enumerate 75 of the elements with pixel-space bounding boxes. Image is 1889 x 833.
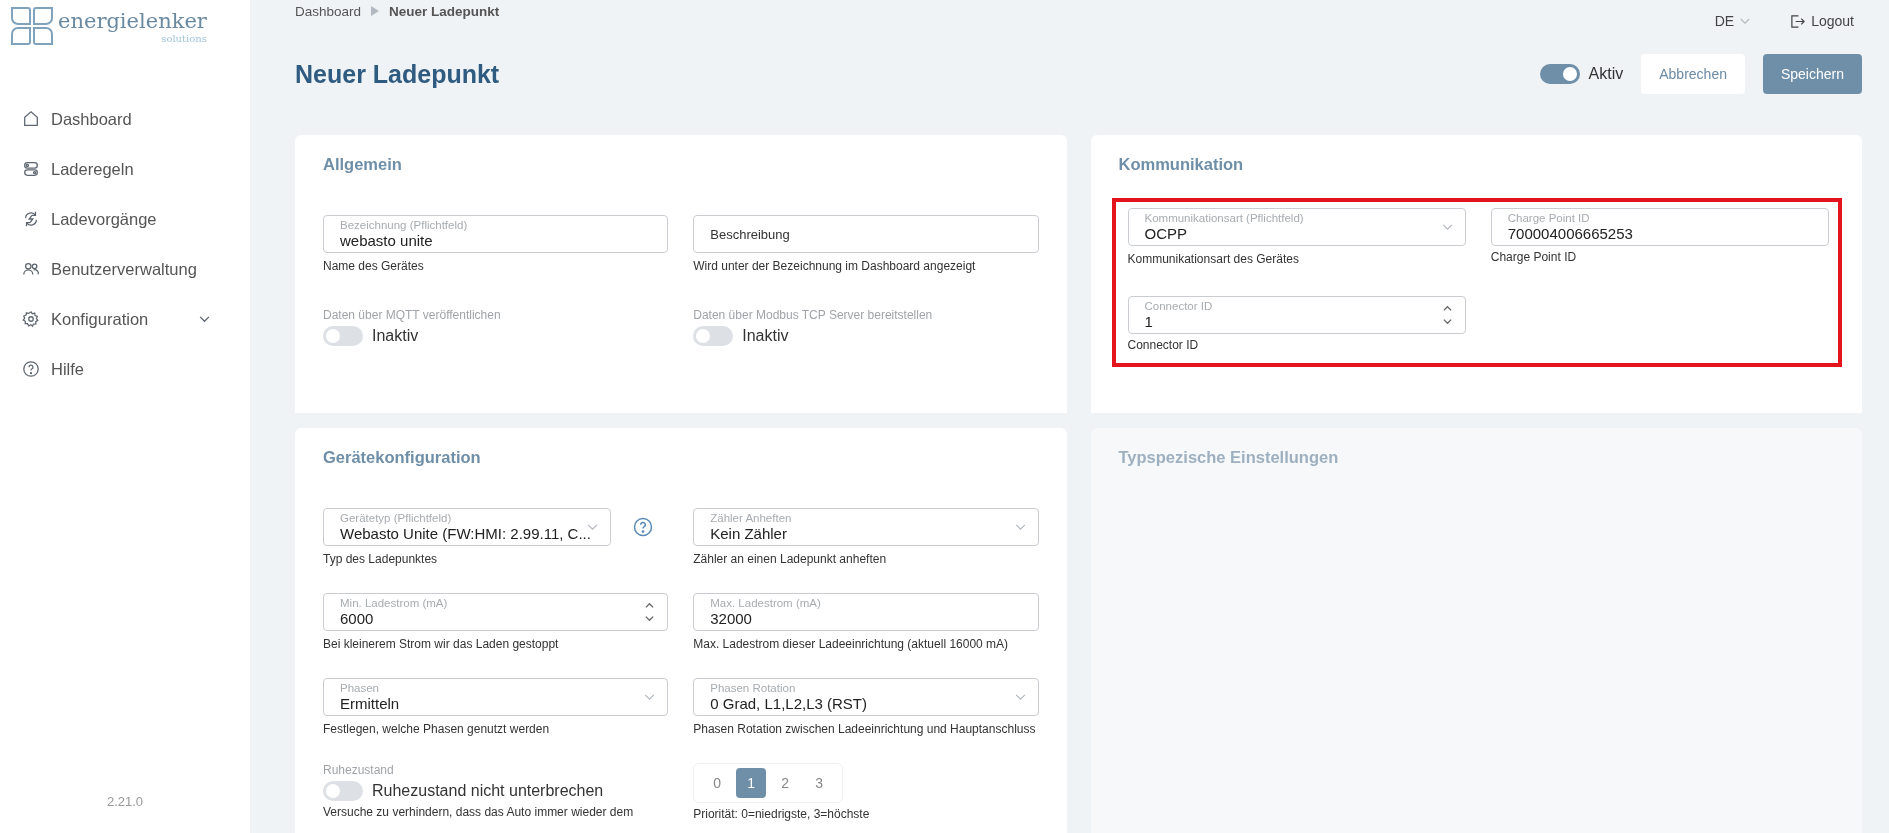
field-hint: Priorität: 0=niedrigste, 3=höchste [693, 807, 871, 821]
cancel-button[interactable]: Abbrechen [1641, 54, 1745, 94]
sidebar-item[interactable]: Dashboard [0, 94, 250, 144]
dropdown-field[interactable]: Kommunikationsart (Pflichtfeld) OCPP [1127, 208, 1466, 246]
dropdown-field[interactable]: Phasen Ermitteln [323, 678, 669, 716]
chevron-down-icon [1014, 523, 1026, 531]
toggle-label: Inaktiv [372, 327, 419, 345]
field-hint: Kommunikationsart des Gerätes [1127, 252, 1300, 266]
field-hint: Festlegen, welche Phasen genutzt werden [323, 722, 551, 736]
section-title: Gerätekonfiguration [323, 448, 482, 468]
chevron-down-icon [587, 523, 598, 531]
toggle-switch[interactable] [323, 781, 363, 801]
toggle-switch[interactable] [693, 326, 734, 346]
sidebar-item[interactable]: Benutzerverwaltung [0, 244, 250, 294]
logo-icon [10, 6, 54, 46]
version-label: 2.21.0 [105, 794, 145, 809]
field-hint: Charge Point ID [1490, 250, 1578, 264]
help-icon[interactable] [633, 517, 653, 537]
dropdown-field[interactable]: Zähler Anheften Kein Zähler [693, 508, 1039, 546]
field-hint: Max. Ladestrom dieser Ladeeinrichtung (aktuell 16000 mA) [693, 637, 1010, 651]
sidebar-item[interactable]: Ladevorgänge [0, 194, 250, 244]
priority-option[interactable]: 2 [770, 768, 801, 798]
toggle-list-icon [22, 160, 40, 178]
priority-option[interactable]: 0 [702, 768, 733, 798]
breadcrumb-link[interactable]: Dashboard [295, 3, 362, 19]
input-field[interactable]: Bezeichnung (Pflichtfeld) webasto unite [323, 215, 669, 253]
field-hint: Typ des Ladepunktes [323, 552, 439, 566]
dropdown-field[interactable]: Gerätetyp (Pflichtfeld) Webasto Unite (FW:HMI: 2.99.11, C... [323, 508, 611, 546]
field-hint: Zähler an einen Ladepunkt anheften [693, 552, 888, 566]
sync-icon [22, 210, 40, 228]
sidebar-item[interactable]: Laderegeln [0, 144, 250, 194]
breadcrumb-separator-icon [371, 6, 380, 16]
input-field[interactable]: Charge Point ID 700004006665253 [1490, 208, 1829, 246]
settings-icon [22, 310, 40, 328]
priority-option[interactable]: 3 [804, 768, 835, 798]
spinner-icon [1441, 304, 1453, 326]
section-title: Kommunikation [1118, 155, 1245, 175]
breadcrumb-link[interactable]: Neuer Ladepunkt [389, 3, 500, 19]
sidebar-item[interactable]: Hilfe [0, 344, 250, 394]
input-field[interactable]: Connector ID 1 [1127, 296, 1466, 334]
field-hint: Name des Gerätes [323, 259, 425, 273]
toggle-label: Ruhezustand nicht unterbrechen [372, 782, 604, 800]
toggle-switch[interactable] [323, 326, 363, 346]
language-dropdown[interactable]: DE [1714, 12, 1751, 30]
brand-name: energielenker [58, 8, 207, 34]
input-field[interactable]: Beschreibung [693, 215, 1039, 253]
spinner-icon [644, 601, 656, 623]
sidebar-item[interactable]: Konfiguration [0, 294, 250, 344]
dropdown-field[interactable]: Phasen Rotation 0 Grad, L1,L2,L3 (RST) [693, 678, 1039, 716]
active-toggle[interactable] [1539, 64, 1580, 84]
field-hint: Wird unter der Bezeichnung im Dashboard angezeigt [693, 259, 977, 273]
chevron-down-icon [1740, 17, 1751, 25]
logout-button[interactable]: Logout [1790, 12, 1854, 30]
page-title: Neuer Ladepunkt [295, 59, 500, 89]
field-hint: Phasen Rotation zwischen Ladeeinrichtung und Hauptanschluss [693, 722, 1037, 736]
input-field[interactable]: Min. Ladestrom (mA) 6000 [323, 593, 669, 631]
help-icon [22, 360, 40, 378]
field-hint: Bei kleinerem Strom wir das Laden gestoppt [323, 637, 560, 651]
field-hint: Versuche zu verhindern, dass das Auto immer wieder dem [323, 805, 635, 819]
section-title: Typspezische Einstellungen [1118, 448, 1340, 468]
home-icon [22, 110, 40, 128]
toggle-label: Aktiv [1588, 65, 1624, 83]
chevron-down-icon [199, 315, 210, 323]
logout-icon [1790, 13, 1806, 29]
toggle-caption: Daten über MQTT veröffentlichen [323, 308, 502, 322]
chevron-down-icon [1014, 693, 1026, 701]
chevron-down-icon [1441, 223, 1453, 231]
field-hint: Connector ID [1127, 338, 1200, 352]
section-title: Allgemein [323, 155, 403, 175]
input-field[interactable]: Max. Ladestrom (mA) 32000 [693, 593, 1039, 631]
toggle-label: Inaktiv [742, 327, 789, 345]
brand-tagline: solutions [161, 34, 207, 44]
chevron-down-icon [644, 693, 656, 701]
toggle-caption: Daten über Modbus TCP Server bereitstellen [693, 308, 934, 322]
toggle-caption: Ruhezustand [323, 763, 395, 777]
